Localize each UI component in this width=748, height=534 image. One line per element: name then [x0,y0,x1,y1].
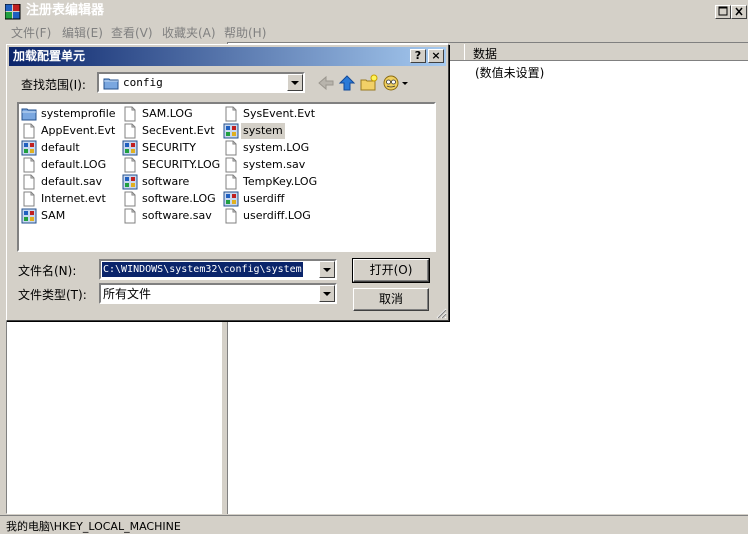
file-name: system [241,123,285,139]
file-type-label: 文件类型(T): [18,288,87,302]
file-name: Internet.evt [41,192,106,205]
close-icon [735,7,743,16]
column-separator[interactable] [464,44,465,60]
load-hive-dialog: 加载配置单元 ? × 查找范围(I): config systemprofile… [6,44,449,321]
file-name-label: 文件名(N): [18,264,77,278]
file-name: system.sav [243,158,306,171]
file-name: default.sav [41,175,103,188]
file-name: system.LOG [243,141,310,154]
file-name: userdiff [243,192,285,205]
dialog-titlebar: 加载配置单元 ? × [9,47,446,66]
file-icon [124,106,136,122]
menu-view[interactable]: 查看(V) [111,25,153,41]
file-icon [23,174,35,190]
hive-icon [223,191,239,207]
file-name: default [41,141,80,154]
folder-icon [103,76,119,93]
file-name: software.LOG [142,192,216,205]
file-list[interactable]: systemprofile AppEvent.Evt default default.… [17,102,436,252]
file-type-dropdown-button[interactable] [319,285,335,302]
close-window-button[interactable] [731,5,747,19]
maximize-icon [718,6,728,16]
hive-icon [122,140,138,156]
window-title: 注册表编辑器 [26,3,105,18]
file-name: software.sav [142,209,212,222]
file-name: SECURITY [142,141,196,154]
chevron-down-icon [291,81,299,85]
hive-icon [122,174,138,190]
tree-pane[interactable] [6,320,222,514]
menu-edit[interactable]: 编辑(E) [62,25,103,41]
back-arrow-icon[interactable] [316,73,336,93]
help-button[interactable]: ? [410,49,426,63]
view-menu-icon[interactable] [382,73,410,93]
file-icon [124,191,136,207]
look-in-dropdown-button[interactable] [287,74,303,91]
file-icon [225,140,237,156]
dialog-close-button[interactable]: × [428,49,444,63]
look-in-label: 查找范围(I): [21,78,86,92]
hive-icon [21,140,37,156]
file-name: systemprofile [41,107,116,120]
file-name: software [142,175,190,188]
file-name-dropdown-button[interactable] [319,261,335,278]
file-type-combo[interactable]: 所有文件 [99,283,337,304]
file-name: SAM.LOG [142,107,193,120]
file-icon [225,106,237,122]
hive-icon [223,123,239,139]
main-titlebar: 注册表编辑器 [0,0,748,24]
file-icon [124,123,136,139]
menu-favorites[interactable]: 收藏夹(A) [162,25,216,41]
file-name: default.LOG [41,158,107,171]
file-icon [124,208,136,224]
look-in-combo[interactable]: config [97,72,305,93]
file-name-combo[interactable]: C:\WINDOWS\system32\config\system [99,259,337,280]
open-button[interactable]: 打开(O) [352,258,430,283]
menu-file[interactable]: 文件(F) [11,25,51,41]
new-folder-icon[interactable] [359,73,379,93]
regedit-app-icon [4,3,21,20]
file-name: SAM [41,209,66,222]
value-data-cell[interactable]: (数值未设置) [475,64,544,81]
menu-bar: 文件(F) 编辑(E) 查看(V) 收藏夹(A) 帮助(H) [0,24,748,42]
hive-icon [21,208,37,224]
file-name: SECURITY.LOG [142,158,221,171]
chevron-down-icon [323,292,331,296]
status-bar: 我的电脑\HKEY_LOCAL_MACHINE [0,515,748,534]
data-column-label: 数据 [473,47,498,61]
file-name: SecEvent.Evt [142,124,215,137]
file-icon [23,123,35,139]
folder-icon [21,108,37,121]
file-icon [225,157,237,173]
status-path: 我的电脑\HKEY_LOCAL_MACHINE [6,520,181,533]
chevron-down-icon [323,268,331,272]
look-in-value: config [123,76,163,89]
file-name-input[interactable]: C:\WINDOWS\system32\config\system [102,262,303,277]
file-name: SysEvent.Evt [243,107,316,120]
dialog-title: 加载配置单元 [13,49,86,63]
resize-grip-icon[interactable] [435,307,447,319]
up-folder-icon[interactable] [337,73,357,93]
file-icon [124,157,136,173]
file-name: TempKey.LOG [243,175,318,188]
list-column-header[interactable]: 数据 [448,43,748,61]
file-icon [225,174,237,190]
cancel-button[interactable]: 取消 [353,288,429,311]
file-icon [23,157,35,173]
file-type-value: 所有文件 [103,287,152,301]
file-name: AppEvent.Evt [41,124,116,137]
file-icon [225,208,237,224]
menu-help[interactable]: 帮助(H) [224,25,266,41]
maximize-button[interactable] [715,5,731,19]
file-name: userdiff.LOG [243,209,311,222]
file-icon [23,191,35,207]
